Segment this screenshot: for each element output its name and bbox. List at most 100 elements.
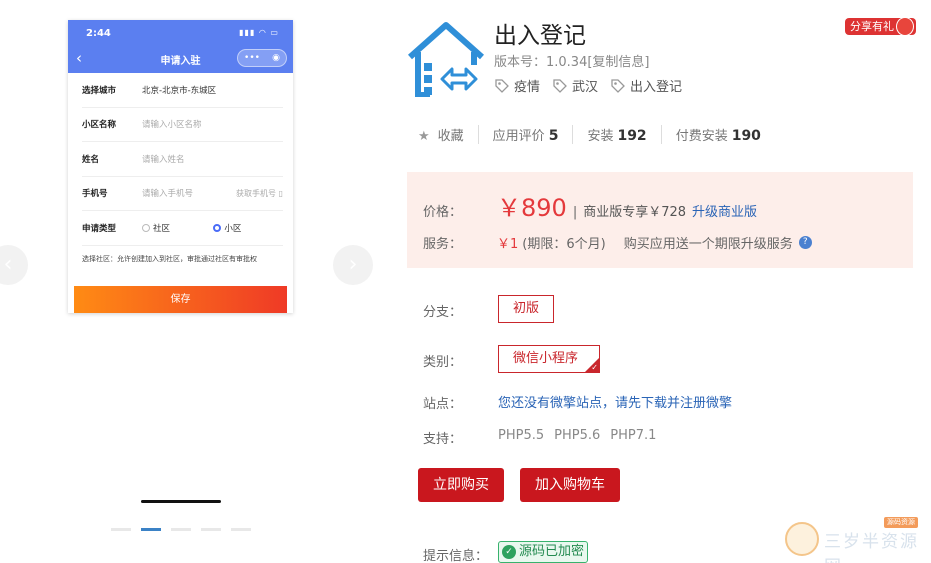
gift-icon xyxy=(896,17,914,36)
support-label: 支持： xyxy=(423,432,463,447)
php-version: PHP5.6 xyxy=(554,428,601,443)
form-note: 选择社区：允许创建加入到社区，审批通过社区有审批权 xyxy=(82,254,257,263)
paid-install-label: 付费安装 xyxy=(675,129,728,144)
rating-stat[interactable]: 应用评价 5 xyxy=(477,125,573,144)
rating-value: 5 xyxy=(548,128,559,144)
star-icon: ★ xyxy=(418,129,430,144)
phone-save-button: 保存 xyxy=(74,286,287,313)
price-value: ￥890 xyxy=(497,194,567,222)
install-stat: 安装 192 xyxy=(572,125,660,144)
miniprogram-capsule: ••• ◉ xyxy=(237,49,287,67)
service-period: (期限：6个月) xyxy=(522,237,606,252)
app-logo-house-icon xyxy=(408,22,484,97)
form-label: 手机号 xyxy=(82,189,108,200)
paid-install-stat: 付费安装 190 xyxy=(660,125,775,144)
favorite-label: 收藏 xyxy=(437,129,464,144)
form-placeholder: 请输入姓名 xyxy=(142,154,185,165)
home-indicator xyxy=(141,500,221,503)
form-label: 小区名称 xyxy=(82,120,117,131)
gallery-dot[interactable] xyxy=(171,528,191,531)
install-label: 安装 xyxy=(587,129,614,144)
tag-label: 出入登记 xyxy=(630,80,683,95)
form-row-phone: 手机号 请输入手机号 获取手机号 ▯ xyxy=(82,177,283,211)
radio-label: 小区 xyxy=(224,223,242,234)
php-support-list: PHP5.5 PHP5.6 PHP7.1 xyxy=(498,428,656,443)
tag-list: 疫情 武汉 出入登记 xyxy=(494,76,682,95)
gallery-dot-active[interactable] xyxy=(141,528,161,531)
form-label: 选择城市 xyxy=(82,85,117,96)
branch-label: 分支： xyxy=(423,305,463,320)
phone-header: 2:44 ▮▮▮ ◠ ▭ ‹ 申请入驻 ••• ◉ xyxy=(68,20,293,73)
phone-status-icons: ▮▮▮ ◠ ▭ xyxy=(239,28,279,37)
form-placeholder: 请输入小区名称 xyxy=(142,120,202,131)
phone-form: 选择城市 北京-北京市-东城区 小区名称 请输入小区名称 姓名 请输入姓名 手机… xyxy=(68,73,293,276)
php-version: PHP7.1 xyxy=(610,428,657,443)
gallery-dot[interactable] xyxy=(111,528,131,531)
site-label: 站点： xyxy=(423,397,463,412)
form-value: 北京-北京市-东城区 xyxy=(142,85,217,96)
tag-item[interactable]: 疫情 xyxy=(494,76,540,95)
get-phone-text: 获取手机号 ▯ xyxy=(236,188,283,198)
price-row: 价格： ￥890 | 商业版专享￥728 升级商业版 xyxy=(423,188,757,223)
upgrade-business-link[interactable]: 升级商业版 xyxy=(692,201,757,220)
share-gift-button[interactable]: 分享有礼 xyxy=(845,17,916,36)
close-icon: ◉ xyxy=(272,53,280,63)
radio-off-icon xyxy=(142,223,150,232)
check-icon: ✓ xyxy=(591,363,598,372)
stats-bar: ★ 收藏 应用评价 5 安装 192 付费安装 190 xyxy=(418,125,775,144)
branch-option[interactable]: 初版 xyxy=(498,295,555,323)
install-value: 192 xyxy=(617,128,647,144)
tag-label: 武汉 xyxy=(572,80,599,95)
form-label: 申请类型 xyxy=(82,223,117,234)
form-row-type: 申请类型 社区 小区 xyxy=(82,211,283,246)
price-label: 价格： xyxy=(423,205,463,220)
form-row-name: 姓名 请输入姓名 xyxy=(82,142,283,177)
rating-label: 应用评价 xyxy=(492,129,545,144)
price-panel: 价格： ￥890 | 商业版专享￥728 升级商业版 服务： ￥1 (期限：6个… xyxy=(407,172,913,268)
gallery-dot[interactable] xyxy=(231,528,251,531)
service-price: ￥1 xyxy=(497,237,519,252)
service-row: 服务： ￥1 (期限：6个月) 购买应用送一个期限升级服务 ? xyxy=(423,233,812,252)
form-placeholder: 请输入手机号 xyxy=(142,189,194,200)
check-circle-icon: ✓ xyxy=(502,545,516,559)
phone-time: 2:44 xyxy=(86,28,111,39)
gallery-pagination xyxy=(111,528,251,531)
watermark-text: 三岁半资源网 xyxy=(824,532,919,563)
form-row-community: 小区名称 请输入小区名称 xyxy=(82,108,283,142)
category-label: 类别： xyxy=(423,355,463,370)
tag-item[interactable]: 武汉 xyxy=(552,76,598,95)
service-desc: 购买应用送一个期限升级服务 xyxy=(623,237,793,252)
gallery-prev-button[interactable]: ‹ xyxy=(0,245,28,285)
form-row-city: 选择城市 北京-北京市-东城区 xyxy=(82,73,283,108)
share-label: 分享有礼 xyxy=(850,20,894,33)
favorite-button[interactable]: ★ 收藏 xyxy=(418,125,478,144)
add-to-cart-button[interactable]: 加入购物车 xyxy=(520,468,620,502)
category-value: 微信小程序 xyxy=(513,351,579,366)
tag-icon xyxy=(553,78,567,93)
form-label: 姓名 xyxy=(82,154,100,165)
radio-on-icon xyxy=(213,223,222,232)
category-option-selected[interactable]: 微信小程序 ✓ xyxy=(498,345,600,373)
screenshot-preview: 2:44 ▮▮▮ ◠ ▭ ‹ 申请入驻 ••• ◉ 选择城市 北京-北京市-东城… xyxy=(68,20,293,313)
php-version: PHP5.5 xyxy=(498,428,545,443)
business-price: 商业版专享￥728 xyxy=(583,205,687,220)
watermark-tag: 源码资源 xyxy=(884,517,918,528)
gallery-next-button[interactable]: › xyxy=(333,245,373,285)
paid-install-value: 190 xyxy=(731,128,761,144)
watermark-avatar-icon xyxy=(785,522,819,556)
tag-item[interactable]: 出入登记 xyxy=(610,76,682,95)
app-version[interactable]: 版本号：1.0.34[复制信息] xyxy=(494,51,650,70)
tip-label: 提示信息： xyxy=(423,549,489,563)
tag-icon xyxy=(495,78,509,93)
app-title: 出入登记 xyxy=(494,23,586,49)
radio-label: 社区 xyxy=(153,223,171,234)
help-icon[interactable]: ? xyxy=(798,236,812,249)
type-options: 社区 小区 xyxy=(142,222,283,234)
more-icon: ••• xyxy=(244,53,260,63)
divider: | xyxy=(572,205,578,220)
register-site-link[interactable]: 您还没有微擎站点，请先下载并注册微擎 xyxy=(498,392,732,411)
buy-now-button[interactable]: 立即购买 xyxy=(418,468,504,502)
encrypted-badge: ✓ 源码已加密 xyxy=(498,541,589,563)
tag-label: 疫情 xyxy=(514,80,541,95)
gallery-dot[interactable] xyxy=(201,528,221,531)
